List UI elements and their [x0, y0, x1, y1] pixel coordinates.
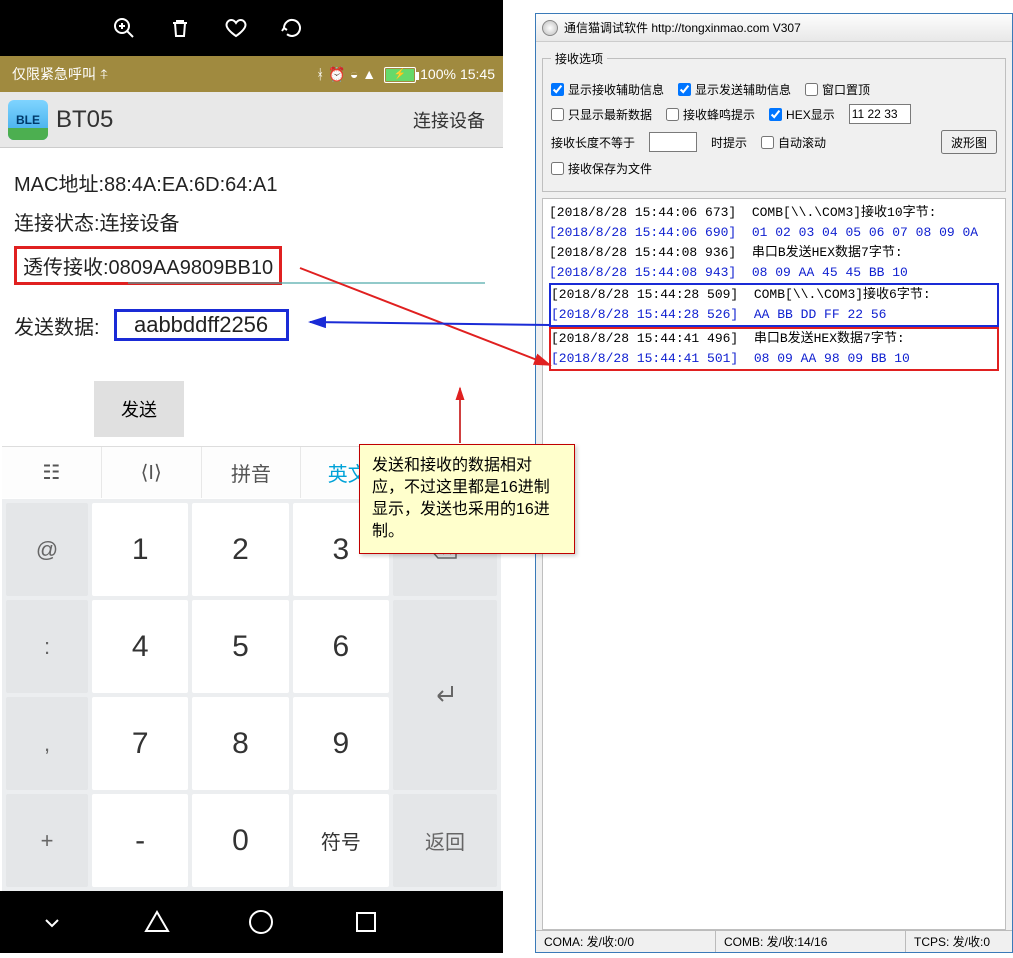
log-panel[interactable]: [2018/8/28 15:44:06 673] COMB[\\.\COM3]接…	[542, 198, 1006, 930]
wifi-signal-icon: ▲	[362, 66, 376, 82]
key-at[interactable]: @	[6, 503, 88, 596]
ime-cursor-icon[interactable]: ⟨I⟩	[102, 447, 202, 498]
log-line: [2018/8/28 15:44:28 526] AA BB DD FF 22 …	[551, 305, 997, 325]
key-return[interactable]: 返回	[393, 794, 497, 887]
key-2[interactable]: 2	[192, 503, 288, 596]
send-button[interactable]: 发送	[94, 381, 184, 437]
chk-save-file[interactable]: 接收保存为文件	[551, 160, 652, 177]
log-line: [2018/8/28 15:44:28 509] COMB[\\.\COM3]接…	[551, 285, 997, 305]
nav-recent-icon[interactable]	[351, 907, 381, 937]
annotation-callout: 发送和接收的数据相对应，不过这里都是16进制显示，发送也采用的16进制。	[359, 444, 575, 554]
key-4[interactable]: 4	[92, 600, 188, 693]
status-coma: COMA: 发/收:0/0	[536, 931, 716, 952]
key-7[interactable]: 7	[92, 697, 188, 790]
receive-options-group: 接收选项 显示接收辅助信息 显示发送辅助信息 窗口置顶 只显示最新数据 接收蜂鸣…	[542, 50, 1006, 192]
send-data-input[interactable]: aabbddff2256	[114, 309, 289, 341]
key-colon[interactable]: :	[6, 600, 88, 693]
window-statusbar: COMA: 发/收:0/0 COMB: 发/收:14/16 TCPS: 发/收:…	[536, 930, 1012, 952]
log-line: [2018/8/28 15:44:41 501] 08 09 AA 98 09 …	[551, 349, 997, 369]
status-comb: COMB: 发/收:14/16	[716, 931, 906, 952]
clock: 15:45	[460, 66, 495, 82]
emulator-toolbar	[0, 0, 503, 56]
chk-topmost[interactable]: 窗口置顶	[805, 81, 870, 98]
refresh-icon[interactable]	[264, 0, 320, 56]
key-dash[interactable]: -	[92, 794, 188, 887]
send-data-label: 发送数据:	[14, 311, 100, 340]
chk-beep[interactable]: 接收蜂鸣提示	[666, 106, 755, 123]
key-5[interactable]: 5	[192, 600, 288, 693]
nav-back-icon[interactable]	[142, 907, 172, 937]
len-hint-label: 时提示	[711, 134, 747, 151]
status-tcps: TCPS: 发/收:0	[906, 931, 1012, 952]
key-1[interactable]: 1	[92, 503, 188, 596]
key-0[interactable]: 0	[192, 794, 288, 887]
window-title: 通信猫调试软件 http://tongxinmao.com V307	[564, 19, 801, 36]
app-icon	[542, 20, 558, 36]
ime-grid-icon[interactable]: ☷	[2, 447, 102, 498]
key-enter[interactable]	[393, 600, 497, 790]
key-6[interactable]: 6	[293, 600, 389, 693]
wifi-icon: ◒	[350, 66, 358, 82]
chk-autoscroll[interactable]: 自动滚动	[761, 134, 826, 151]
android-status-bar: 仅限紧急呼叫 ⍏ ᚼ ⏰ ◒ ▲ ⚡ 100% 15:45	[0, 56, 503, 92]
chk-hex-display[interactable]: HEX显示	[769, 106, 835, 123]
waveform-button[interactable]: 波形图	[941, 130, 997, 154]
heart-icon[interactable]	[208, 0, 264, 56]
connect-device-button[interactable]: 连接设备	[403, 107, 495, 133]
connection-state-label: 连接状态:连接设备	[14, 207, 489, 236]
carrier-label: 仅限紧急呼叫	[12, 64, 96, 84]
battery-icon: ⚡	[380, 65, 416, 82]
chk-show-recv-aux[interactable]: 显示接收辅助信息	[551, 81, 664, 98]
serial-debug-window: 通信猫调试软件 http://tongxinmao.com V307 接收选项 …	[535, 13, 1013, 953]
key-8[interactable]: 8	[192, 697, 288, 790]
alarm-icon: ⏰	[328, 66, 345, 83]
window-titlebar[interactable]: 通信猫调试软件 http://tongxinmao.com V307	[536, 14, 1012, 42]
nav-home-icon[interactable]	[246, 907, 276, 937]
received-data-box: 透传接收:0809AA9809BB10	[14, 246, 282, 285]
app-title: BT05	[56, 106, 403, 134]
key-9[interactable]: 9	[293, 697, 389, 790]
bluetooth-icon: ᚼ	[316, 66, 324, 82]
chk-show-latest[interactable]: 只显示最新数据	[551, 106, 652, 123]
mac-address-label: MAC地址:88:4A:EA:6D:64:A1	[14, 168, 489, 197]
app-logo: BLE	[8, 100, 48, 140]
trash-icon[interactable]	[152, 0, 208, 56]
android-nav-bar	[0, 891, 503, 953]
log-line: [2018/8/28 15:44:06 673] COMB[\\.\COM3]接…	[549, 203, 999, 223]
hex-filter-input[interactable]	[849, 104, 911, 124]
ime-tab-pinyin[interactable]: 拼音	[202, 447, 302, 498]
key-symbol[interactable]: 符号	[293, 794, 389, 887]
log-line: [2018/8/28 15:44:41 496] 串口B发送HEX数据7字节:	[551, 329, 997, 349]
battery-pct: 100%	[420, 66, 456, 82]
zoom-in-icon[interactable]	[96, 0, 152, 56]
receive-options-legend: 接收选项	[551, 50, 607, 67]
len-neq-label: 接收长度不等于	[551, 134, 635, 151]
numeric-keypad: @ 1 2 3 : 4 5 6 , 7 8 9 + - 0 符号 返回	[2, 499, 501, 891]
len-neq-input[interactable]	[649, 132, 697, 152]
usb-icon: ⍏	[100, 66, 108, 83]
log-line: [2018/8/28 15:44:06 690] 01 02 03 04 05 …	[549, 223, 999, 243]
chk-show-send-aux[interactable]: 显示发送辅助信息	[678, 81, 791, 98]
log-line: [2018/8/28 15:44:08 936] 串口B发送HEX数据7字节:	[549, 243, 999, 263]
key-comma[interactable]: ,	[6, 697, 88, 790]
nav-collapse-icon[interactable]	[37, 907, 67, 937]
key-plus[interactable]: +	[6, 794, 88, 887]
app-header: BLE BT05 连接设备	[0, 92, 503, 148]
log-line: [2018/8/28 15:44:08 943] 08 09 AA 45 45 …	[549, 263, 999, 283]
